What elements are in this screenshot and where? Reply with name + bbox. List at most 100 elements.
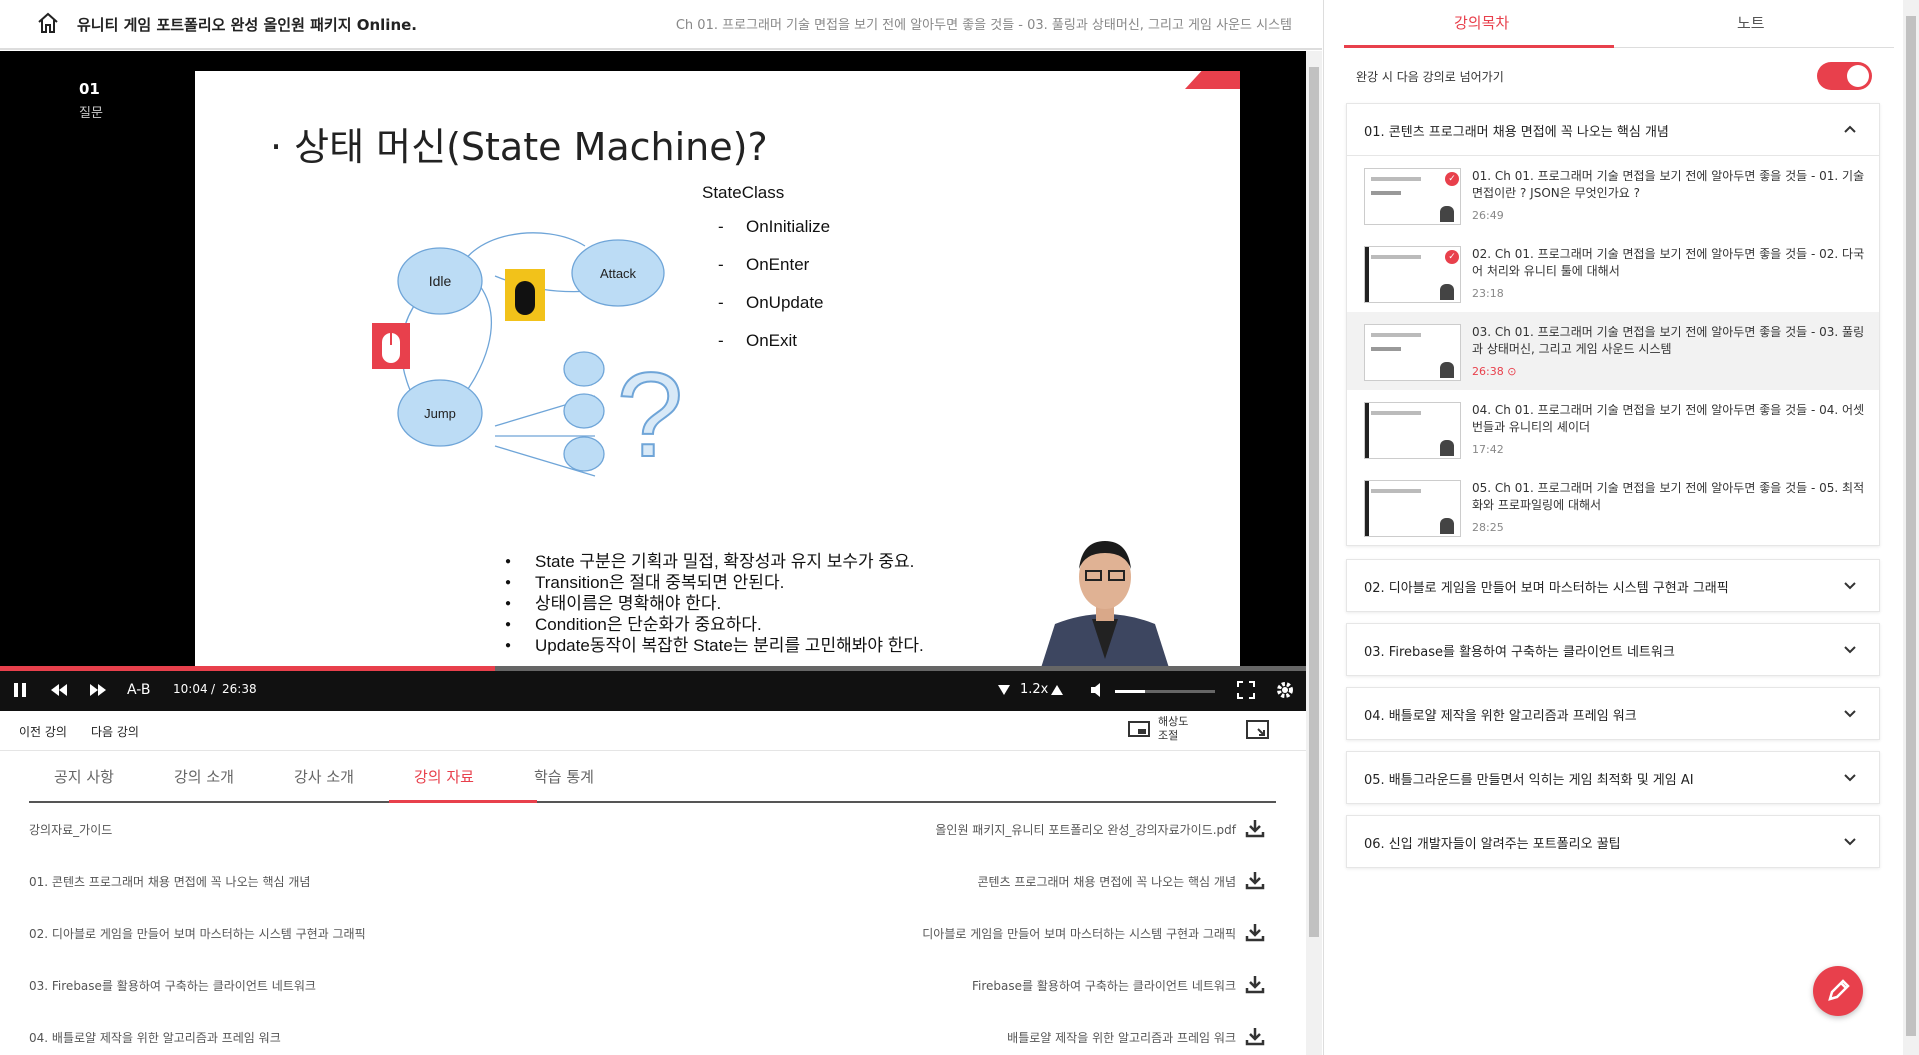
check-icon: ✓	[1445, 250, 1459, 264]
speed-up-icon[interactable]	[1050, 683, 1064, 697]
material-name: 강의자료_가이드	[29, 823, 113, 837]
pause-icon[interactable]	[10, 680, 30, 700]
playback-speed: 1.2x	[1020, 682, 1049, 697]
write-note-button[interactable]	[1813, 966, 1863, 1016]
lecture-sub: 질문	[79, 106, 103, 121]
slide-title: · 상태 머신(State Machine)?	[270, 125, 768, 169]
toc-section[interactable]: 06. 신입 개발자들이 알려주는 포트폴리오 꿀팁	[1346, 815, 1880, 868]
previous-lecture-button[interactable]: 이전 강의	[19, 723, 67, 740]
state-class-item: - OnEnter	[718, 255, 810, 274]
section-title: 03. Firebase를 활용하여 구축하는 클라이언트 네트워크	[1364, 645, 1675, 660]
material-row: 강의자료_가이드 올인원 패키지_유니티 포트폴리오 완성_강의자료가이드.pd…	[29, 803, 1276, 855]
volume-slider[interactable]	[1115, 690, 1215, 693]
main-scrollbar[interactable]	[1306, 51, 1322, 1055]
download-icon[interactable]	[1244, 1025, 1266, 1047]
sidebar-scrollbar-thumb[interactable]	[1906, 16, 1916, 1036]
material-file[interactable]: 콘텐츠 프로그래머 채용 면접에 꼭 나오는 핵심 개념	[977, 873, 1236, 890]
slide-bullet: 상태이름은 명확해야 한다.	[505, 593, 924, 614]
video-player[interactable]: 01 질문 · 상태 머신(State Machine)? Idle Attac…	[0, 51, 1306, 711]
resolution-icon	[1128, 721, 1150, 737]
toc-section[interactable]: 04. 배틀로얄 제작을 위한 알고리즘과 프레임 워크	[1346, 687, 1880, 740]
material-file[interactable]: Firebase를 활용하여 구축하는 클라이언트 네트워크	[972, 977, 1236, 994]
lecture-item-current[interactable]: 03. Ch 01. 프로그래머 기술 면접을 보기 전에 알아두면 좋을 것들…	[1347, 312, 1879, 390]
download-icon[interactable]	[1244, 973, 1266, 995]
tab-notes[interactable]: 노트	[1737, 12, 1765, 33]
chevron-down-icon[interactable]	[1843, 706, 1857, 720]
tab-course-intro[interactable]: 강의 소개	[174, 766, 234, 787]
toc-section[interactable]: 05. 배틀그라운드를 만들면서 익히는 게임 최적화 및 게임 AI	[1346, 751, 1880, 804]
section-header[interactable]: 05. 배틀그라운드를 만들면서 익히는 게임 최적화 및 게임 AI	[1347, 752, 1879, 804]
lecture-item[interactable]: ✓ 01. Ch 01. 프로그래머 기술 면접을 보기 전에 알아두면 좋을 …	[1347, 156, 1879, 234]
speed-down-icon[interactable]	[997, 683, 1011, 697]
sidebar-scrollbar[interactable]	[1903, 0, 1919, 1055]
material-file[interactable]: 디아블로 게임을 만들어 보며 마스터하는 시스템 구현과 그래픽	[922, 925, 1236, 942]
state-class-item: - OnExit	[718, 331, 798, 350]
tab-instructor-intro[interactable]: 강사 소개	[294, 766, 354, 787]
slide-bullet: State 구분은 기획과 밀접, 확장성과 유지 보수가 중요.	[505, 551, 924, 572]
toc-section[interactable]: 03. Firebase를 활용하여 구축하는 클라이언트 네트워크	[1346, 623, 1880, 676]
rewind-icon[interactable]	[49, 680, 69, 700]
lecture-title: 05. Ch 01. 프로그래머 기술 면접을 보기 전에 알아두면 좋을 것들…	[1472, 481, 1865, 512]
duration: 26:38	[222, 682, 257, 696]
sidebar: 강의목차 노트 완강 시 다음 강의로 넘어가기 01. 콘텐츠 프로그래머 채…	[1323, 0, 1919, 1055]
download-icon[interactable]	[1244, 921, 1266, 943]
state-class-list: StateClass - OnInitialize - OnEnter - OnUpd…	[702, 183, 830, 369]
toggle-knob	[1847, 65, 1869, 87]
lecture-title: 04. Ch 01. 프로그래머 기술 면접을 보기 전에 알아두면 좋을 것들…	[1472, 403, 1865, 434]
chevron-down-icon[interactable]	[1843, 834, 1857, 848]
pip-icon[interactable]	[1246, 720, 1270, 740]
current-time: 10:04	[173, 682, 208, 696]
chevron-up-icon[interactable]	[1843, 122, 1857, 136]
lecture-duration: 23:18	[1472, 287, 1504, 300]
tab-learning-stats[interactable]: 학습 통계	[534, 766, 594, 787]
section-header[interactable]: 01. 콘텐츠 프로그래머 채용 면접에 꼭 나오는 핵심 개념	[1347, 104, 1879, 156]
play-circle-icon: ⊙	[1507, 365, 1517, 378]
material-name: 04. 배틀로얄 제작을 위한 알고리즘과 프레임 워크	[29, 1031, 281, 1045]
lecture-item[interactable]: 05. Ch 01. 프로그래머 기술 면접을 보기 전에 알아두면 좋을 것들…	[1347, 468, 1879, 546]
fullscreen-icon[interactable]	[1236, 680, 1256, 700]
material-file[interactable]: 배틀로얄 제작을 위한 알고리즘과 프레임 워크	[1007, 1029, 1236, 1046]
lecture-badge: 01 질문	[79, 80, 103, 121]
course-title: 유니티 게임 포트폴리오 완성 올인원 패키지 Online.	[77, 16, 417, 34]
material-row: 01. 콘텐츠 프로그래머 채용 면접에 꼭 나오는 핵심 개념 콘텐츠 프로그…	[29, 855, 1276, 907]
section-title: 06. 신입 개발자들이 알려주는 포트폴리오 꿀팁	[1364, 837, 1621, 852]
download-icon[interactable]	[1244, 869, 1266, 891]
ab-repeat-button[interactable]: A-B	[127, 682, 150, 698]
chevron-down-icon[interactable]	[1843, 642, 1857, 656]
lecture-duration: 28:25	[1472, 521, 1504, 534]
settings-icon[interactable]	[1275, 680, 1295, 700]
autoplay-toggle[interactable]	[1817, 62, 1872, 90]
home-icon[interactable]	[36, 11, 60, 35]
materials-list: 강의자료_가이드 올인원 패키지_유니티 포트폴리오 완성_강의자료가이드.pd…	[29, 803, 1276, 1055]
volume-icon[interactable]	[1088, 680, 1108, 700]
chevron-down-icon[interactable]	[1843, 770, 1857, 784]
tab-notice[interactable]: 공지 사항	[54, 766, 114, 787]
node-jump: Jump	[424, 406, 456, 421]
toc-section[interactable]: 02. 디아블로 게임을 만들어 보며 마스터하는 시스템 구현과 그래픽	[1346, 559, 1880, 612]
lecture-item[interactable]: ✓ 02. Ch 01. 프로그래머 기술 면접을 보기 전에 알아두면 좋을 …	[1347, 234, 1879, 312]
material-name: 02. 디아블로 게임을 만들어 보며 마스터하는 시스템 구현과 그래픽	[29, 927, 366, 941]
tab-toc[interactable]: 강의목차	[1454, 12, 1509, 33]
tab-materials[interactable]: 강의 자료	[414, 766, 474, 787]
slide-bullet: Condition은 단순화가 중요하다.	[505, 614, 924, 635]
material-name: 01. 콘텐츠 프로그래머 채용 면접에 꼭 나오는 핵심 개념	[29, 875, 311, 889]
section-header[interactable]: 02. 디아블로 게임을 만들어 보며 마스터하는 시스템 구현과 그래픽	[1347, 560, 1879, 612]
download-icon[interactable]	[1244, 817, 1266, 839]
section-header[interactable]: 06. 신입 개발자들이 알려주는 포트폴리오 꿀팁	[1347, 816, 1879, 868]
chapter-title: Ch 01. 프로그래머 기술 면접을 보기 전에 알아두면 좋을 것들 - 0…	[675, 18, 1292, 33]
slide-bullet: Transition은 절대 중복되면 안된다.	[505, 572, 924, 593]
section-header[interactable]: 04. 배틀로얄 제작을 위한 알고리즘과 프레임 워크	[1347, 688, 1879, 740]
material-file[interactable]: 올인원 패키지_유니티 포트폴리오 완성_강의자료가이드.pdf	[935, 821, 1236, 838]
chevron-down-icon[interactable]	[1843, 578, 1857, 592]
under-player-bar: 이전 강의 다음 강의 해상도 조절	[0, 711, 1306, 751]
main-scrollbar-thumb[interactable]	[1309, 67, 1319, 937]
presenter-video	[1040, 541, 1170, 671]
fast-forward-icon[interactable]	[88, 680, 108, 700]
material-row: 04. 배틀로얄 제작을 위한 알고리즘과 프레임 워크 배틀로얄 제작을 위한…	[29, 1011, 1276, 1055]
section-header[interactable]: 03. Firebase를 활용하여 구축하는 클라이언트 네트워크	[1347, 624, 1879, 676]
slide-bullet: Update동작이 복잡한 State는 분리를 고민해봐야 한다.	[505, 635, 924, 656]
lecture-item[interactable]: 04. Ch 01. 프로그래머 기술 면접을 보기 전에 알아두면 좋을 것들…	[1347, 390, 1879, 468]
section-title: 02. 디아블로 게임을 만들어 보며 마스터하는 시스템 구현과 그래픽	[1364, 581, 1729, 596]
resolution-button[interactable]: 해상도 조절	[1128, 715, 1196, 743]
next-lecture-button[interactable]: 다음 강의	[91, 723, 139, 740]
